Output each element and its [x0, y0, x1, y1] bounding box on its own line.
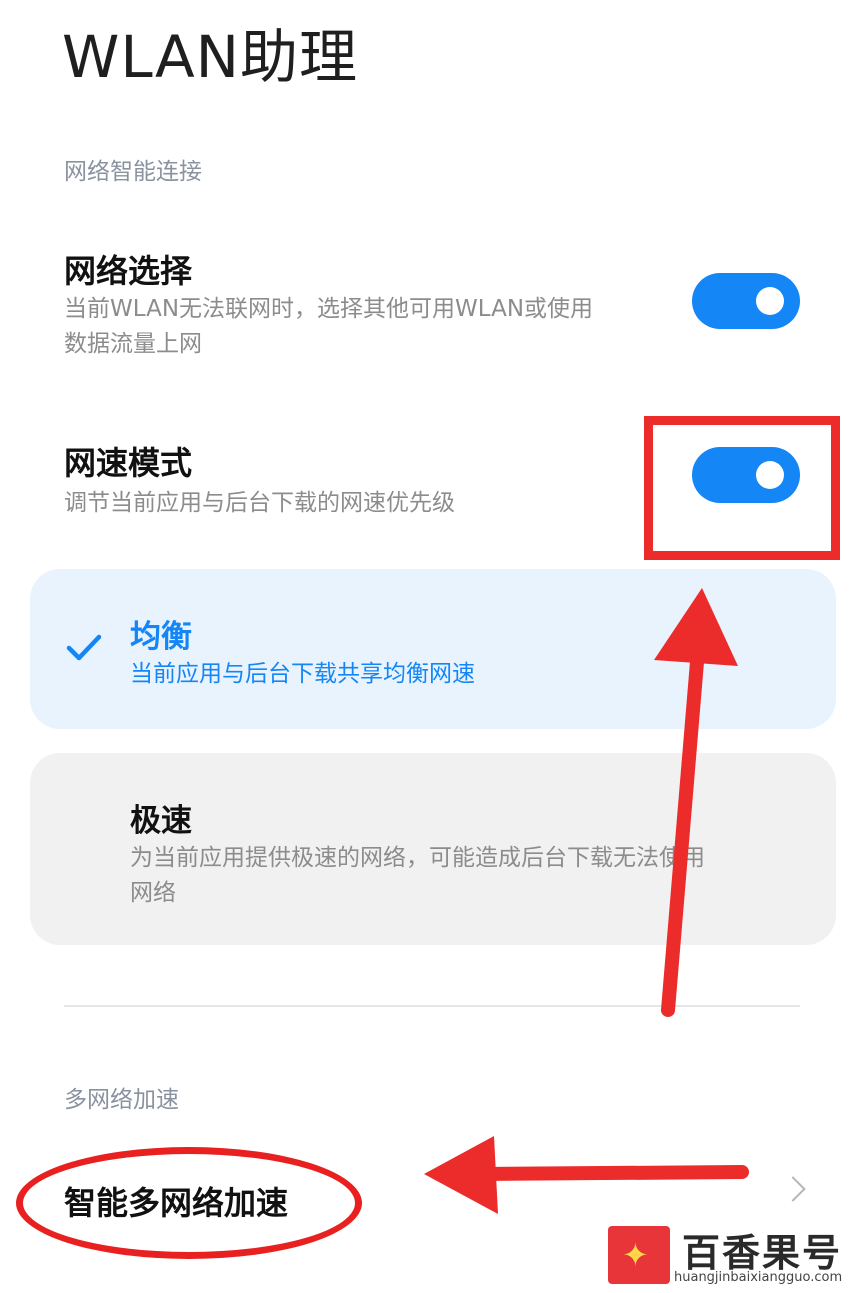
- watermark-url: huangjinbaixiangguo.com: [674, 1270, 843, 1285]
- annotation-arrow-up-head: [654, 588, 738, 666]
- watermark: ✦ 百香果号 huangjinbaixiangguo.com: [608, 1222, 858, 1288]
- annotation-arrows: [424, 588, 749, 1214]
- watermark-name: 百香果号: [682, 1231, 843, 1275]
- annotation-arrow-left-head: [424, 1136, 498, 1214]
- annotation-arrow-left-shaft: [473, 1165, 749, 1181]
- annotation-arrow-up-shaft: [661, 643, 705, 1017]
- watermark-logo: ✦: [608, 1226, 670, 1284]
- star-icon: ✦: [622, 1236, 649, 1274]
